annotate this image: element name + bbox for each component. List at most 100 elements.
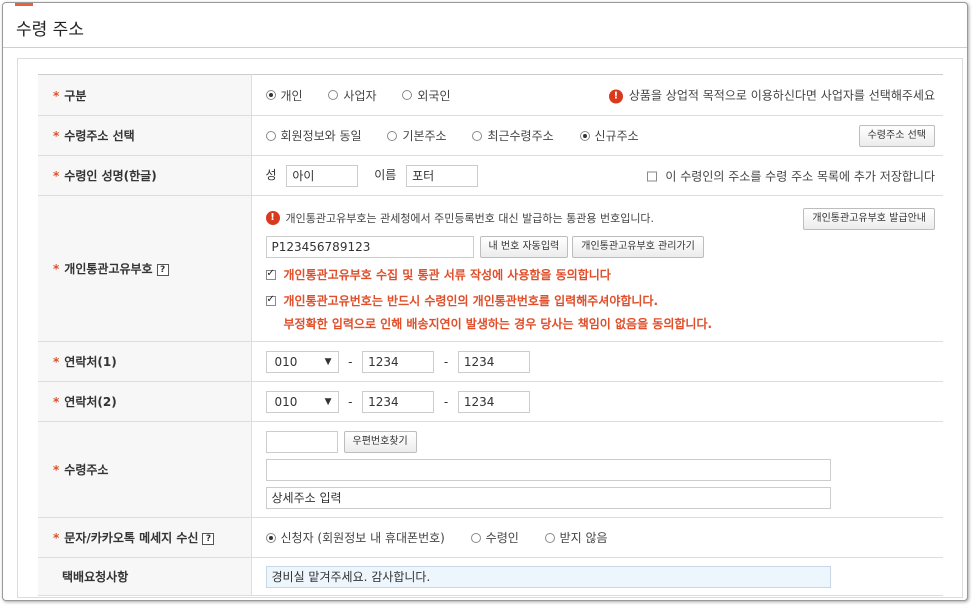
radio-circle[interactable] [544, 532, 555, 543]
required-mark: * [53, 88, 60, 103]
zip-code-input[interactable] [265, 430, 338, 453]
alert-icon: ! [608, 89, 623, 103]
first-name-label: 이름 [374, 168, 397, 182]
detail-address-input[interactable] [265, 486, 831, 509]
auto-fill-button[interactable]: 내 번호 자동입력 [479, 235, 569, 258]
radio-same-as-member[interactable]: 회원정보와 동일 [265, 127, 362, 144]
radio-circle[interactable] [470, 532, 481, 543]
phone1-last-input[interactable] [457, 350, 530, 373]
row-label: 택배요청사항 [38, 557, 252, 596]
row-value: 회원정보와 동일 기본주소 최근수령주소 신규주소 수령주소 선택 [251, 115, 943, 156]
required-mark: * [53, 463, 60, 477]
row-value [251, 557, 943, 596]
radio-business[interactable]: 사업자 [328, 87, 377, 104]
row-label: * 개인통관고유부호? [38, 195, 252, 342]
phone2-middle-input[interactable] [362, 390, 435, 413]
title-accent-bar [15, 3, 33, 6]
customs-info-line: ! 개인통관고유부호는 관세청에서 주민등록번호 대신 발급하는 통관용 번호입… [265, 204, 935, 232]
radio-sms-applicant[interactable]: 신청자 (회원정보 내 휴대폰번호) [265, 529, 445, 546]
radio-sms-recipient[interactable]: 수령인 [470, 529, 519, 546]
required-mark: * [53, 355, 60, 369]
row-value: 010▼ - - [251, 341, 943, 382]
consent-checkbox-2[interactable] [265, 294, 276, 306]
radio-circle[interactable] [265, 90, 276, 100]
row-label: * 연락처(2) [38, 381, 252, 422]
customs-info-text: 개인통관고유부호는 관세청에서 주민등록번호 대신 발급하는 통관용 번호입니다… [285, 211, 655, 225]
radio-circle[interactable] [579, 130, 590, 141]
manage-customs-button[interactable]: 개인통관고유부호 관리가기 [572, 235, 704, 258]
row-label: * 수령주소 [38, 421, 252, 518]
consent-line-2: 개인통관고유번호는 반드시 수령인의 개인통관번호를 입력해주셔야합니다. [265, 288, 936, 314]
dash: - [348, 354, 353, 369]
consent-line-1: 개인통관고유부호 수집 및 통관 서류 작성에 사용함을 동의합니다 [265, 262, 936, 288]
row-label: * 문자/카카오톡 메세지 수신? [38, 517, 252, 558]
form-container: * 구분 개인 사업자 외국인 ! 상품을 상업적 목적으로 이용하신다면 사업자를… [17, 58, 963, 598]
row-value: 010▼ - - [251, 381, 943, 422]
required-mark: * [53, 129, 60, 143]
zip-line: 우편번호찾기 [265, 428, 936, 456]
address-line-2 [265, 484, 936, 512]
row-label: * 구분 [38, 74, 252, 116]
row-customs-code: * 개인통관고유부호? ! 개인통관고유부호는 관세청에서 주민등록번호 대신 발… [38, 195, 943, 342]
row-type: * 구분 개인 사업자 외국인 ! 상품을 상업적 목적으로 이용하신다면 사업자를… [38, 74, 943, 116]
shipping-address-form: * 구분 개인 사업자 외국인 ! 상품을 상업적 목적으로 이용하신다면 사업자를… [38, 74, 943, 596]
phone1-prefix-select[interactable]: 010 ▼ [265, 350, 339, 373]
row-value: 신청자 (회원정보 내 휴대폰번호) 수령인 받지 않음 [251, 517, 943, 558]
help-icon[interactable]: ? [156, 263, 169, 276]
radio-circle[interactable] [387, 130, 398, 141]
phone1-middle-input[interactable] [362, 350, 435, 373]
radio-default-address[interactable]: 기본주소 [387, 127, 447, 144]
select-address-button[interactable]: 수령주소 선택 [858, 124, 935, 147]
last-name-label: 성 [265, 168, 277, 182]
radio-recent-address[interactable]: 최근수령주소 [472, 127, 554, 144]
required-mark: * [53, 262, 60, 276]
row-value: 우편번호찾기 [251, 421, 943, 518]
title-divider [3, 47, 967, 48]
row-label: * 수령주소 선택 [38, 115, 252, 156]
customs-guide-button[interactable]: 개인통관고유부호 발급안내 [803, 207, 935, 230]
save-recipient-checkbox[interactable] [647, 171, 658, 182]
radio-circle[interactable] [472, 130, 483, 141]
dash: - [443, 354, 449, 369]
address-input[interactable] [265, 458, 831, 481]
row-phone-2: *연락처(2) 010▼ - - [38, 381, 943, 422]
save-recipient-option[interactable]: 이 수령인의 주소를 수령 주소 목록에 추가 저장합니다 [647, 167, 935, 184]
radio-circle[interactable] [265, 532, 276, 543]
customs-code-input[interactable] [265, 235, 474, 258]
required-mark: * [53, 169, 60, 183]
delivery-request-input[interactable] [265, 565, 831, 588]
phone2-last-input[interactable] [457, 390, 530, 413]
dash: - [443, 394, 449, 409]
radio-new-address[interactable]: 신규주소 [579, 127, 639, 144]
row-address-select: * 수령주소 선택 회원정보와 동일 기본주소 최근수령주소 신규주소 수령주소 … [38, 115, 943, 156]
label-type: 구분 [64, 88, 87, 103]
address-line-1 [265, 456, 936, 484]
radio-foreigner[interactable]: 외국인 [402, 87, 451, 104]
radio-circle[interactable] [265, 130, 276, 141]
row-recipient-name: *수령인 성명(한글) 성 이름 이 수령인의 주소를 수령 주소 목록에 추가… [38, 155, 943, 196]
row-phone-1: *연락처(1) 010▼ - - [38, 341, 943, 382]
dash: - [348, 394, 353, 409]
required-mark: * [53, 531, 60, 545]
radio-circle[interactable] [328, 90, 339, 100]
business-notice: ! 상품을 상업적 목적으로 이용하신다면 사업자를 선택해주세요 [608, 87, 935, 104]
row-value: ! 개인통관고유부호는 관세청에서 주민등록번호 대신 발급하는 통관용 번호입… [251, 195, 943, 342]
help-icon[interactable]: ? [202, 532, 215, 545]
find-zip-button[interactable]: 우편번호찾기 [343, 430, 417, 453]
alert-icon: ! [265, 210, 280, 225]
page-title: 수령 주소 [16, 20, 84, 40]
page-frame: 수령 주소 * 구분 개인 사업자 외국인 ! 상품을 상업적 목적으로 이용하신다… [2, 2, 968, 601]
row-address: * 수령주소 우편번호찾기 [38, 421, 943, 518]
phone2-prefix-select[interactable]: 010 ▼ [265, 390, 339, 413]
radio-circle[interactable] [402, 90, 413, 100]
radio-individual[interactable]: 개인 [265, 87, 303, 104]
customs-input-line: 내 번호 자동입력 개인통관고유부호 관리가기 [265, 232, 936, 262]
radio-sms-none[interactable]: 받지 않음 [544, 529, 608, 546]
first-name-input[interactable] [406, 164, 479, 187]
row-sms: * 문자/카카오톡 메세지 수신? 신청자 (회원정보 내 휴대폰번호) 수령인 … [38, 517, 943, 558]
dropdown-arrow-icon: ▼ [324, 396, 332, 407]
last-name-input[interactable] [286, 164, 359, 187]
consent-checkbox-1[interactable] [265, 268, 276, 280]
row-label: * 연락처(1) [38, 341, 252, 382]
row-label: * 수령인 성명(한글) [38, 155, 252, 196]
